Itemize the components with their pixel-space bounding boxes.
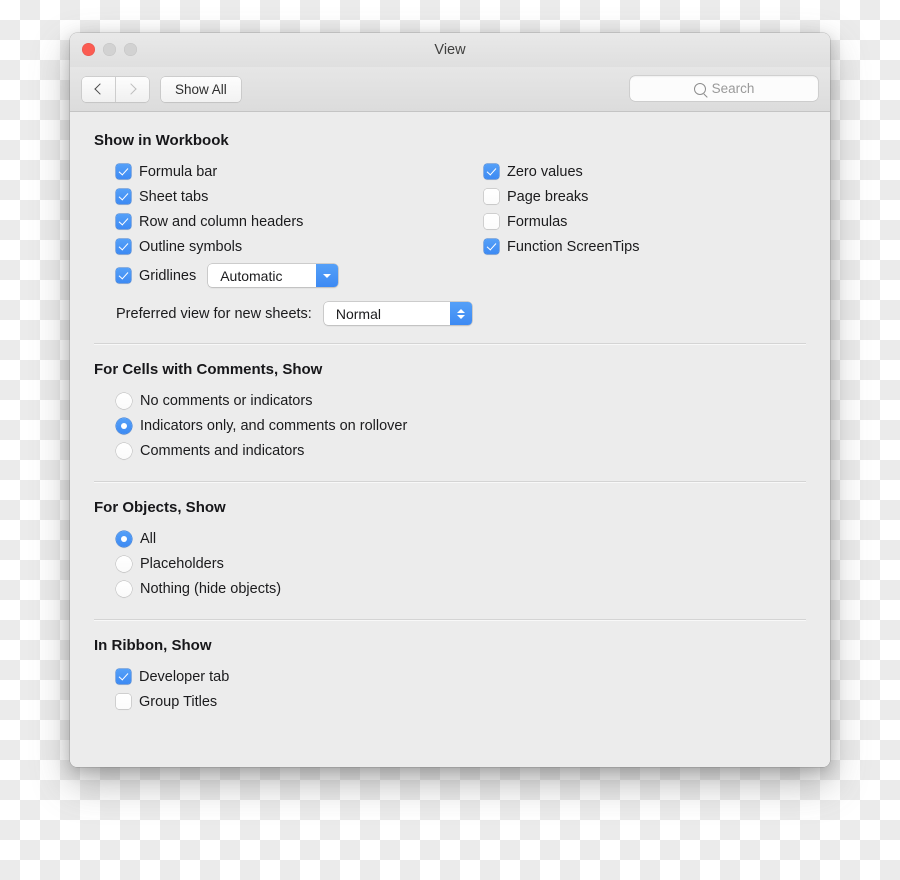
section-ribbon: In Ribbon, Show Developer tab Group Titl…: [94, 637, 806, 714]
checkbox-zero-values[interactable]: [484, 164, 499, 179]
radio-no-comments-or-indicators[interactable]: [116, 392, 132, 409]
checkbox-developer-tab[interactable]: [116, 669, 131, 684]
checkbox-page-breaks[interactable]: [484, 189, 499, 204]
preferred-view-dropdown[interactable]: Normal: [323, 302, 472, 325]
checkbox-row-developer-tab[interactable]: Developer tab: [116, 664, 806, 689]
chevron-up-down-icon[interactable]: [449, 302, 472, 325]
checkbox-row-formula-bar[interactable]: Formula bar: [116, 159, 484, 184]
radio-row-comments-and-indicators[interactable]: Comments and indicators: [116, 438, 806, 463]
label-gridlines: Gridlines: [139, 267, 197, 284]
checkbox-formulas[interactable]: [484, 214, 499, 229]
workbook-right-options: Zero values Page breaks Formulas Functio…: [484, 159, 639, 288]
checkbox-formula-bar[interactable]: [116, 164, 131, 179]
radio-row-all[interactable]: All: [116, 526, 806, 551]
checkbox-row-row-and-column-headers[interactable]: Row and column headers: [116, 209, 484, 234]
checkbox-row-formulas[interactable]: Formulas: [484, 209, 639, 234]
label-no-comments-or-indicators: No comments or indicators: [140, 392, 313, 409]
section-title-ribbon: In Ribbon, Show: [94, 637, 212, 654]
checkbox-gridlines[interactable]: [116, 268, 131, 283]
show-all-button[interactable]: Show All: [161, 76, 241, 102]
radio-all[interactable]: [116, 530, 132, 547]
checkbox-function-screentips[interactable]: [484, 239, 499, 254]
section-show-in-workbook: Show in Workbook Formula bar Sheet tabs: [94, 132, 806, 325]
checkbox-row-zero-values[interactable]: Zero values: [484, 159, 639, 184]
radio-comments-and-indicators[interactable]: [116, 442, 132, 459]
checkbox-group-titles[interactable]: [116, 694, 131, 709]
label-all: All: [140, 530, 157, 547]
label-placeholders: Placeholders: [140, 555, 224, 572]
label-group-titles: Group Titles: [139, 693, 218, 710]
label-developer-tab: Developer tab: [139, 668, 230, 685]
section-cells-with-comments: For Cells with Comments, Show No comment…: [94, 361, 806, 463]
preferences-window: View Show All Search Show in Workbook Fo…: [70, 33, 830, 767]
workbook-left-options: Formula bar Sheet tabs Row and column he…: [94, 159, 484, 288]
close-button-icon[interactable]: [82, 43, 95, 56]
radio-row-placeholders[interactable]: Placeholders: [116, 551, 806, 576]
forward-button[interactable]: [115, 76, 149, 102]
window-controls: [82, 43, 137, 56]
search-placeholder: Search: [711, 81, 755, 96]
label-sheet-tabs: Sheet tabs: [139, 188, 209, 205]
divider-1: [94, 343, 806, 345]
back-button[interactable]: [82, 77, 115, 102]
gridlines-color-dropdown[interactable]: Automatic: [208, 264, 339, 287]
search-icon: [693, 82, 706, 95]
checkbox-outline-symbols[interactable]: [116, 239, 131, 254]
checkbox-row-and-column-headers[interactable]: [116, 214, 131, 229]
divider-2: [94, 481, 806, 483]
label-page-breaks: Page breaks: [507, 188, 589, 205]
radio-row-no-comments[interactable]: No comments or indicators: [116, 388, 806, 413]
checkbox-sheet-tabs[interactable]: [116, 189, 131, 204]
checkbox-row-outline-symbols[interactable]: Outline symbols: [116, 234, 484, 259]
divider-3: [94, 619, 806, 621]
show-all-label: Show All: [175, 81, 227, 97]
chevron-left-icon: [94, 83, 106, 95]
radio-placeholders[interactable]: [116, 555, 132, 572]
search-field[interactable]: Search: [630, 76, 818, 101]
objects-radio-group: All Placeholders Nothing (hide objects): [94, 526, 806, 601]
label-formulas: Formulas: [507, 213, 568, 230]
checkbox-row-group-titles[interactable]: Group Titles: [116, 689, 806, 714]
checkbox-row-function-screentips[interactable]: Function ScreenTips: [484, 234, 639, 259]
ribbon-options: Developer tab Group Titles: [94, 664, 806, 714]
label-function-screentips: Function ScreenTips: [507, 238, 640, 255]
section-title-workbook: Show in Workbook: [94, 132, 229, 149]
label-row-and-column-headers: Row and column headers: [139, 213, 304, 230]
preferred-view-row: Preferred view for new sheets: Normal: [94, 302, 806, 325]
radio-nothing-hide-objects[interactable]: [116, 580, 132, 597]
label-nothing-hide-objects: Nothing (hide objects): [140, 580, 282, 597]
preferences-content: Show in Workbook Formula bar Sheet tabs: [70, 112, 830, 767]
label-indicators-only: Indicators only, and comments on rollove…: [140, 417, 408, 434]
preferred-view-label: Preferred view for new sheets:: [116, 305, 312, 322]
label-zero-values: Zero values: [507, 163, 583, 180]
preferred-view-value: Normal: [335, 305, 381, 322]
radio-row-nothing[interactable]: Nothing (hide objects): [116, 576, 806, 601]
chevron-down-icon[interactable]: [316, 264, 339, 287]
window-titlebar: View: [70, 33, 830, 67]
label-formula-bar: Formula bar: [139, 163, 218, 180]
chevron-right-icon: [125, 83, 137, 95]
section-objects: For Objects, Show All Placeholders Nothi…: [94, 499, 806, 601]
window-title: View: [434, 42, 466, 58]
radio-row-indicators-only[interactable]: Indicators only, and comments on rollove…: [116, 413, 806, 438]
checkbox-row-gridlines[interactable]: Gridlines Automatic: [116, 263, 484, 288]
radio-indicators-only[interactable]: [116, 417, 132, 434]
checkbox-row-sheet-tabs[interactable]: Sheet tabs: [116, 184, 484, 209]
label-comments-and-indicators: Comments and indicators: [140, 442, 305, 459]
gridlines-color-value: Automatic: [220, 267, 283, 284]
label-outline-symbols: Outline symbols: [139, 238, 243, 255]
section-title-comments: For Cells with Comments, Show: [94, 361, 323, 378]
comments-radio-group: No comments or indicators Indicators onl…: [94, 388, 806, 463]
maximize-button-icon[interactable]: [124, 43, 137, 56]
checkbox-row-page-breaks[interactable]: Page breaks: [484, 184, 639, 209]
navigation-segmented-control: [82, 76, 149, 102]
minimize-button-icon[interactable]: [103, 43, 116, 56]
toolbar: Show All Search: [70, 67, 830, 112]
section-title-objects: For Objects, Show: [94, 499, 226, 516]
